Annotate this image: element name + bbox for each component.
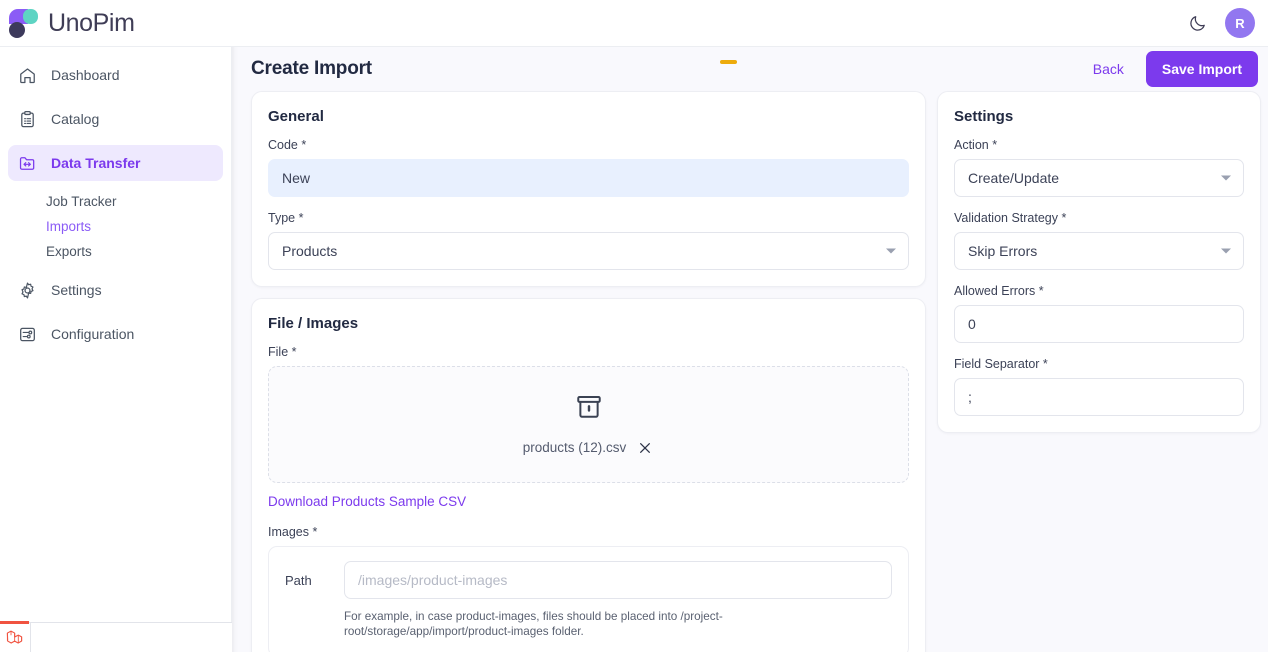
code-input[interactable] <box>268 159 909 197</box>
action-select-wrapper <box>954 159 1244 197</box>
type-label: Type * <box>268 211 909 225</box>
sidebar-label: Data Transfer <box>51 155 140 171</box>
sidebar: Dashboard Catalog Data Transfer Job Trac… <box>0 47 232 652</box>
images-path-box: Path For example, in case product-images… <box>268 546 909 652</box>
sidebar-item-configuration[interactable]: Configuration <box>8 316 223 352</box>
path-help-text: For example, in case product-images, fil… <box>344 610 889 640</box>
debugbar-divider <box>30 623 31 652</box>
home-icon <box>16 64 38 86</box>
file-label: File * <box>268 345 909 359</box>
uploaded-file-row: products (12).csv <box>523 439 655 457</box>
allowed-errors-input[interactable] <box>954 305 1244 343</box>
gear-icon <box>16 279 38 301</box>
right-column: Settings Action * Validation Strategy * <box>937 91 1261 444</box>
clipboard-icon <box>16 108 38 130</box>
action-field-group: Action * <box>954 138 1244 197</box>
save-import-button[interactable]: Save Import <box>1146 51 1258 87</box>
validation-strategy-field-group: Validation Strategy * <box>954 211 1244 270</box>
logo-shape-navy <box>9 22 25 38</box>
action-label: Action * <box>954 138 1244 152</box>
laravel-debugbar <box>0 622 232 652</box>
sidebar-spacer <box>0 264 231 272</box>
sidebar-item-catalog[interactable]: Catalog <box>8 101 223 137</box>
file-dropzone[interactable]: products (12).csv <box>268 366 909 483</box>
back-button[interactable]: Back <box>1081 54 1136 84</box>
app-logo[interactable]: UnoPim <box>9 9 135 38</box>
laravel-icon <box>5 628 24 647</box>
type-select[interactable] <box>268 232 909 270</box>
sidebar-item-dashboard[interactable]: Dashboard <box>8 57 223 93</box>
download-sample-csv-link[interactable]: Download Products Sample CSV <box>268 494 466 509</box>
file-field-group: File * products (12).csv <box>268 345 909 511</box>
field-separator-label: Field Separator * <box>954 357 1244 371</box>
sidebar-item-imports[interactable]: Imports <box>46 214 231 239</box>
top-bar-actions: R <box>1183 8 1255 38</box>
archive-box-icon <box>575 393 603 421</box>
unopim-logo-icon <box>9 9 39 38</box>
images-label: Images * <box>268 525 909 539</box>
settings-card-title: Settings <box>954 108 1244 125</box>
type-select-wrapper <box>268 232 909 270</box>
field-separator-field-group: Field Separator * <box>954 357 1244 416</box>
field-separator-input[interactable] <box>954 378 1244 416</box>
laravel-debugbar-button[interactable] <box>5 628 24 647</box>
page-header-actions: Back Save Import <box>1081 51 1258 87</box>
file-images-card-title: File / Images <box>268 315 909 332</box>
settings-card: Settings Action * Validation Strategy * <box>937 91 1261 433</box>
page-title: Create Import <box>251 58 372 80</box>
general-card-title: General <box>268 108 909 125</box>
user-avatar[interactable]: R <box>1225 8 1255 38</box>
content-columns: General Code * Type * File / Images <box>232 91 1268 652</box>
sidebar-label: Catalog <box>51 111 99 127</box>
sliders-icon <box>16 323 38 345</box>
loading-indicator <box>720 60 737 64</box>
sidebar-label: Configuration <box>51 326 134 342</box>
path-row: Path <box>285 561 892 599</box>
path-input[interactable] <box>344 561 892 599</box>
top-bar: UnoPim R <box>0 0 1268 47</box>
app-name: UnoPim <box>48 9 135 38</box>
remove-file-button[interactable] <box>636 439 654 457</box>
page-header: Create Import Back Save Import <box>232 47 1268 91</box>
theme-toggle-button[interactable] <box>1183 9 1211 37</box>
main-content: Create Import Back Save Import General C… <box>232 47 1268 652</box>
path-label: Path <box>285 573 327 588</box>
sidebar-item-job-tracker[interactable]: Job Tracker <box>46 189 231 214</box>
logo-shape-teal <box>23 9 38 24</box>
allowed-errors-label: Allowed Errors * <box>954 284 1244 298</box>
sidebar-item-exports[interactable]: Exports <box>46 239 231 264</box>
sidebar-label: Settings <box>51 282 102 298</box>
file-images-card: File / Images File * products (12).csv <box>251 298 926 652</box>
sidebar-subnav: Job Tracker Imports Exports <box>0 189 231 264</box>
validation-strategy-label: Validation Strategy * <box>954 211 1244 225</box>
close-icon <box>637 440 653 456</box>
sidebar-item-data-transfer[interactable]: Data Transfer <box>8 145 223 181</box>
allowed-errors-field-group: Allowed Errors * <box>954 284 1244 343</box>
validation-strategy-select[interactable] <box>954 232 1244 270</box>
code-label: Code * <box>268 138 909 152</box>
folder-transfer-icon <box>16 152 38 174</box>
uploaded-file-name: products (12).csv <box>523 440 627 455</box>
images-field-group: Images * Path For example, in case produ… <box>268 525 909 652</box>
type-field-group: Type * <box>268 211 909 270</box>
validation-strategy-select-wrapper <box>954 232 1244 270</box>
left-column: General Code * Type * File / Images <box>251 91 926 652</box>
action-select[interactable] <box>954 159 1244 197</box>
moon-icon <box>1188 14 1207 33</box>
sidebar-label: Dashboard <box>51 67 120 83</box>
general-card: General Code * Type * <box>251 91 926 287</box>
sidebar-item-settings[interactable]: Settings <box>8 272 223 308</box>
code-field-group: Code * <box>268 138 909 197</box>
